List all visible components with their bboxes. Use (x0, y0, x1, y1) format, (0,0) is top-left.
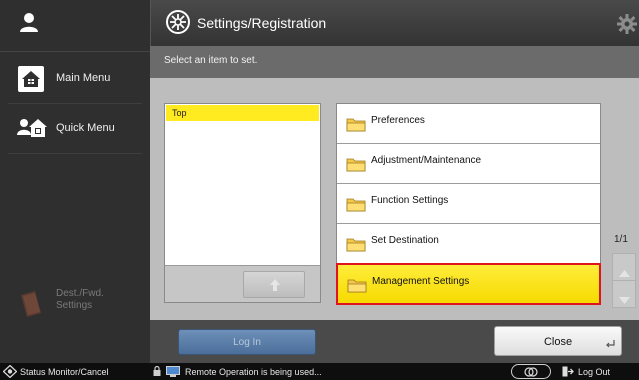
tree-panel: Top (164, 103, 321, 303)
status-monitor-icon (2, 364, 18, 380)
folder-icon (346, 156, 366, 177)
instruction-bar: Select an item to set. (150, 46, 639, 78)
quick-menu-icon (17, 115, 49, 144)
address-book-icon (18, 289, 44, 322)
header-bar: Settings/Registration (150, 0, 639, 46)
left-sidebar: Main Menu Quick Menu Dest./Fwd. Settings (0, 0, 150, 363)
status-monitor-button[interactable]: Status Monitor/Cancel (2, 363, 150, 380)
page-down-button[interactable] (612, 280, 636, 308)
remote-operation-text: Remote Operation is being used... (185, 367, 322, 377)
close-button[interactable]: Close (494, 326, 622, 356)
page-indicator: 1/1 (614, 234, 628, 245)
folder-icon (346, 236, 366, 257)
sidebar-item-main-menu[interactable]: Main Menu (0, 54, 150, 104)
network-button[interactable] (511, 364, 551, 379)
list-item-management-settings[interactable]: Management Settings (336, 263, 601, 305)
folder-icon (346, 196, 366, 217)
pager: 1/1 (612, 228, 636, 308)
sidebar-item-dest-fwd-settings: Dest./Fwd. Settings (0, 283, 150, 327)
close-label: Close (543, 336, 573, 348)
settings-registration-icon (165, 9, 191, 40)
remote-operation-status: Remote Operation is being used... (153, 363, 403, 380)
triangle-down-icon (619, 291, 630, 309)
log-in-button[interactable]: Log In (178, 329, 316, 355)
quick-menu-label: Quick Menu (56, 122, 115, 134)
status-bar: Status Monitor/Cancel Remote Operation i… (0, 363, 639, 380)
settings-list: Preferences Adjustment/Maintenance Funct… (336, 103, 601, 305)
up-level-button[interactable] (243, 271, 305, 298)
list-item-adjustment-maintenance[interactable]: Adjustment/Maintenance (337, 144, 600, 184)
sidebar-divider (8, 153, 142, 154)
tree-footer (165, 265, 320, 302)
list-item-label: Adjustment/Maintenance (371, 155, 482, 166)
remote-monitor-icon (166, 366, 180, 379)
folder-icon (346, 116, 366, 137)
main-menu-label: Main Menu (56, 72, 111, 84)
footer-bar: Log In Close (150, 320, 639, 363)
instruction-text: Select an item to set. (164, 55, 258, 66)
status-monitor-label: Status Monitor/Cancel (20, 367, 109, 377)
log-out-label: Log Out (578, 367, 611, 377)
main-content: Top Preferences Adjustment/Maintenance F… (150, 78, 639, 320)
dest-fwd-settings-label: Settings (56, 300, 93, 311)
list-item-label: Management Settings (372, 276, 470, 287)
log-out-icon (562, 366, 574, 379)
user-icon[interactable] (19, 12, 39, 39)
list-item-preferences[interactable]: Preferences (337, 104, 600, 144)
gear-icon[interactable] (617, 14, 637, 39)
list-item-label: Preferences (371, 115, 425, 126)
list-item-function-settings[interactable]: Function Settings (337, 184, 600, 224)
enter-icon (605, 339, 615, 351)
list-item-set-destination[interactable]: Set Destination (337, 224, 600, 264)
user-area[interactable] (0, 0, 150, 52)
folder-icon (347, 277, 367, 298)
list-item-label: Set Destination (371, 235, 439, 246)
lock-icon (153, 365, 161, 378)
network-icon (524, 366, 538, 380)
log-out-button[interactable]: Log Out (560, 363, 638, 380)
page-up-button[interactable] (612, 253, 636, 281)
page-title: Settings/Registration (197, 15, 327, 31)
tree-item-top[interactable]: Top (166, 105, 319, 121)
up-arrow-icon (269, 278, 281, 297)
list-item-label: Function Settings (371, 195, 449, 206)
sidebar-item-quick-menu[interactable]: Quick Menu (0, 104, 150, 154)
home-icon (17, 65, 45, 96)
dest-fwd-label: Dest./Fwd. (56, 288, 104, 299)
